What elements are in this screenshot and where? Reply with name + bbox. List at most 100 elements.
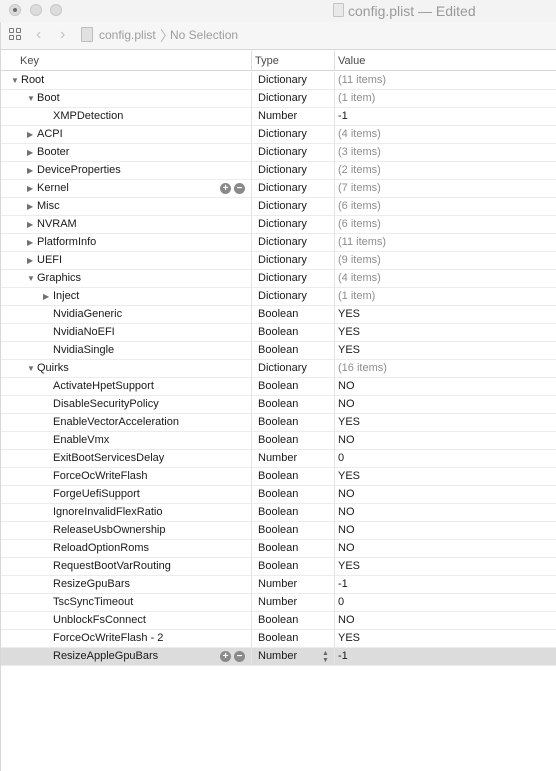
row-value[interactable]: NO — [338, 488, 355, 500]
row-type[interactable]: Boolean — [258, 434, 298, 446]
row-key[interactable]: ResizeGpuBars — [53, 578, 130, 590]
table-row[interactable]: ReleaseUsbOwnership Boolean NO — [0, 522, 556, 540]
disclosure-triangle-collapsed-icon[interactable]: ▶ — [27, 184, 33, 193]
row-value[interactable]: YES — [338, 344, 360, 356]
row-key[interactable]: TscSyncTimeout — [53, 596, 133, 608]
column-divider[interactable] — [251, 51, 252, 71]
minimize-window-button[interactable] — [30, 4, 42, 16]
table-row[interactable]: ▼ Root Dictionary (11 items) — [0, 72, 556, 90]
table-row[interactable]: TscSyncTimeout Number 0 — [0, 594, 556, 612]
row-key[interactable]: Root — [21, 74, 44, 86]
row-type[interactable]: Dictionary — [258, 236, 307, 248]
row-key[interactable]: NvidiaGeneric — [53, 308, 122, 320]
row-key[interactable]: ForgeUefiSupport — [53, 488, 140, 500]
table-row[interactable]: ForceOcWriteFlash Boolean YES — [0, 468, 556, 486]
row-type[interactable]: Boolean — [258, 632, 298, 644]
table-row[interactable]: ExitBootServicesDelay Number 0 — [0, 450, 556, 468]
disclosure-triangle-collapsed-icon[interactable]: ▶ — [43, 292, 49, 301]
row-value[interactable]: NO — [338, 506, 355, 518]
row-key[interactable]: Boot — [37, 92, 60, 104]
row-key[interactable]: ReleaseUsbOwnership — [53, 524, 166, 536]
table-row[interactable]: ResizeAppleGpuBars + − Number ▲ ▼ -1 — [0, 648, 556, 666]
row-type[interactable]: Dictionary — [258, 362, 307, 374]
column-header-value[interactable]: Value — [338, 55, 365, 67]
zoom-window-button[interactable] — [50, 4, 62, 16]
disclosure-triangle-collapsed-icon[interactable]: ▶ — [27, 166, 33, 175]
row-type[interactable]: Dictionary — [258, 128, 307, 140]
table-row[interactable]: ▶ Kernel + − Dictionary (7 items) — [0, 180, 556, 198]
remove-item-icon[interactable]: − — [234, 651, 245, 662]
row-type[interactable]: Dictionary — [258, 218, 307, 230]
disclosure-triangle-collapsed-icon[interactable]: ▶ — [27, 148, 33, 157]
row-key[interactable]: Quirks — [37, 362, 69, 374]
row-type[interactable]: Boolean — [258, 506, 298, 518]
row-key[interactable]: ActivateHpetSupport — [53, 380, 154, 392]
column-divider[interactable] — [334, 51, 335, 71]
disclosure-triangle-collapsed-icon[interactable]: ▶ — [27, 202, 33, 211]
table-row[interactable]: XMPDetection Number -1 — [0, 108, 556, 126]
row-value[interactable]: NO — [338, 614, 355, 626]
row-type[interactable]: Number — [258, 110, 297, 122]
row-type[interactable]: Boolean — [258, 398, 298, 410]
table-row[interactable]: IgnoreInvalidFlexRatio Boolean NO — [0, 504, 556, 522]
row-type[interactable]: Number — [258, 578, 297, 590]
column-header-type[interactable]: Type — [255, 55, 279, 67]
row-type[interactable]: Dictionary — [258, 254, 307, 266]
row-key[interactable]: EnableVmx — [53, 434, 109, 446]
row-key[interactable]: PlatformInfo — [37, 236, 96, 248]
row-type[interactable]: Boolean — [258, 542, 298, 554]
table-row[interactable]: ▼ Boot Dictionary (1 item) — [0, 90, 556, 108]
row-value[interactable]: NO — [338, 398, 355, 410]
add-item-icon[interactable]: + — [220, 183, 231, 194]
table-row[interactable]: EnableVectorAcceleration Boolean YES — [0, 414, 556, 432]
row-value[interactable]: YES — [338, 560, 360, 572]
row-key[interactable]: Misc — [37, 200, 60, 212]
row-key[interactable]: EnableVectorAcceleration — [53, 416, 179, 428]
row-key[interactable]: Inject — [53, 290, 79, 302]
row-type[interactable]: Boolean — [258, 416, 298, 428]
row-type[interactable]: Boolean — [258, 308, 298, 320]
row-type[interactable]: Boolean — [258, 614, 298, 626]
row-key[interactable]: UEFI — [37, 254, 62, 266]
row-key[interactable]: RequestBootVarRouting — [53, 560, 171, 572]
row-type[interactable]: Boolean — [258, 560, 298, 572]
related-items-grid-icon[interactable] — [9, 28, 23, 42]
row-value[interactable]: -1 — [338, 650, 348, 662]
row-key[interactable]: DisableSecurityPolicy — [53, 398, 159, 410]
table-row[interactable]: ▶ ACPI Dictionary (4 items) — [0, 126, 556, 144]
row-key[interactable]: ACPI — [37, 128, 63, 140]
row-value[interactable]: YES — [338, 416, 360, 428]
breadcrumb-file[interactable]: config.plist — [99, 28, 156, 42]
row-type[interactable]: Dictionary — [258, 146, 307, 158]
row-value[interactable]: YES — [338, 470, 360, 482]
row-value[interactable]: YES — [338, 308, 360, 320]
row-value[interactable]: NO — [338, 380, 355, 392]
table-row[interactable]: NvidiaNoEFI Boolean YES — [0, 324, 556, 342]
row-type[interactable]: Boolean — [258, 524, 298, 536]
table-row[interactable]: ForceOcWriteFlash - 2 Boolean YES — [0, 630, 556, 648]
row-key[interactable]: Graphics — [37, 272, 81, 284]
row-value[interactable]: NO — [338, 542, 355, 554]
table-row[interactable]: ▶ Booter Dictionary (3 items) — [0, 144, 556, 162]
table-row[interactable]: ▶ Inject Dictionary (1 item) — [0, 288, 556, 306]
table-row[interactable]: ▶ Misc Dictionary (6 items) — [0, 198, 556, 216]
row-value[interactable]: NO — [338, 524, 355, 536]
row-type[interactable]: Dictionary — [258, 74, 307, 86]
row-type[interactable]: Dictionary — [258, 200, 307, 212]
disclosure-triangle-collapsed-icon[interactable]: ▶ — [27, 256, 33, 265]
table-row[interactable]: NvidiaGeneric Boolean YES — [0, 306, 556, 324]
row-key[interactable]: DeviceProperties — [37, 164, 121, 176]
row-key[interactable]: Booter — [37, 146, 69, 158]
table-row[interactable]: UnblockFsConnect Boolean NO — [0, 612, 556, 630]
close-window-button[interactable] — [9, 4, 21, 16]
row-key[interactable]: ForceOcWriteFlash — [53, 470, 148, 482]
row-key[interactable]: ForceOcWriteFlash - 2 — [53, 632, 163, 644]
add-item-icon[interactable]: + — [220, 651, 231, 662]
table-row[interactable]: ▶ NVRAM Dictionary (6 items) — [0, 216, 556, 234]
row-key[interactable]: Kernel — [37, 182, 69, 194]
row-type[interactable]: Boolean — [258, 326, 298, 338]
row-type[interactable]: Dictionary — [258, 164, 307, 176]
row-type[interactable]: Dictionary — [258, 272, 307, 284]
table-row[interactable]: ReloadOptionRoms Boolean NO — [0, 540, 556, 558]
row-value[interactable]: -1 — [338, 110, 348, 122]
